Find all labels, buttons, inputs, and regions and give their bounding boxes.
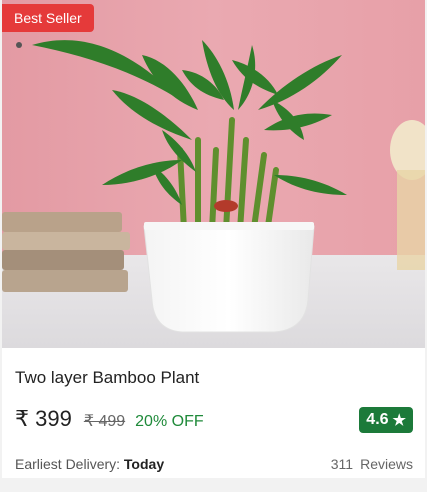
- discount-label: 20% OFF: [135, 413, 204, 430]
- delivery-info: Earliest Delivery: Today: [15, 456, 164, 472]
- product-title[interactable]: Two layer Bamboo Plant: [15, 368, 199, 388]
- delivery-value: Today: [123, 456, 165, 472]
- rating-badge: 4.6 ★: [359, 407, 413, 433]
- best-seller-badge: Best Seller: [2, 4, 94, 32]
- review-number: 311: [330, 456, 354, 472]
- carousel-dot[interactable]: [16, 42, 22, 48]
- review-label: Reviews: [360, 456, 413, 472]
- product-image[interactable]: Best Seller: [2, 0, 425, 348]
- product-card[interactable]: Best Seller Two layer Bamboo Plant ₹ 399…: [2, 0, 425, 478]
- star-icon: ★: [392, 412, 406, 429]
- rating-value: 4.6: [366, 411, 389, 428]
- product-mrp: ₹ 499: [83, 413, 126, 430]
- delivery-label: Earliest Delivery:: [15, 456, 121, 472]
- product-price: ₹ 399: [15, 406, 72, 431]
- review-count[interactable]: 311 Reviews: [331, 456, 413, 472]
- price-row: ₹ 399 ₹ 499 20% OFF: [15, 406, 204, 432]
